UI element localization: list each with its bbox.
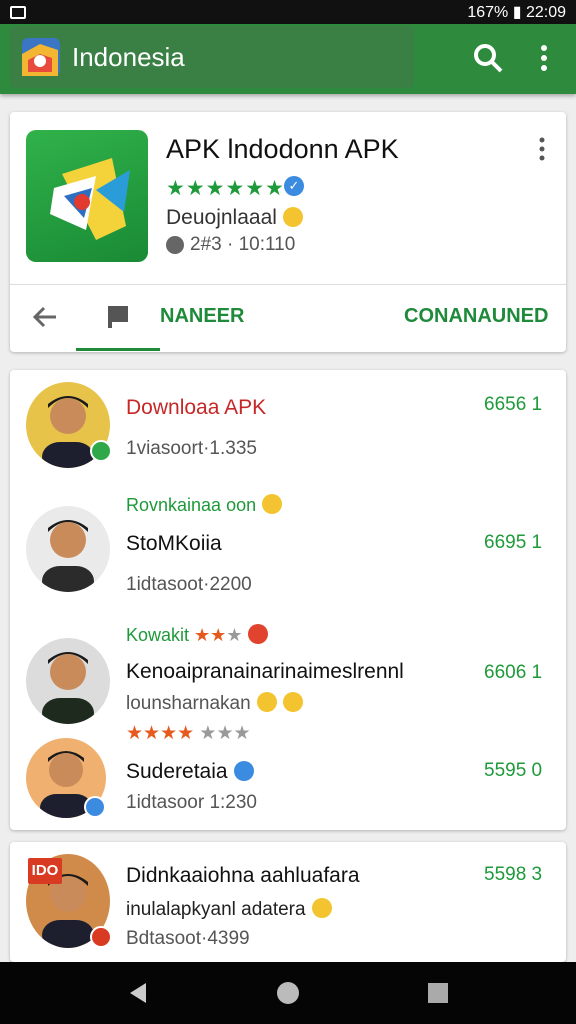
list-item-sub: inulalapkyanl adatera [126, 898, 332, 921]
badge-icon [90, 440, 112, 462]
nav-home-icon[interactable] [277, 982, 299, 1004]
search-icon[interactable] [472, 42, 504, 74]
app-icon[interactable] [26, 130, 148, 262]
rating-stars: ★★ [194, 625, 227, 645]
info-icon [166, 236, 184, 254]
app-card: APK lndodonn APK ★★★★★★ ✓ Deuojnlaaal 2#… [10, 112, 566, 352]
list-item-title[interactable]: Suderetaia [126, 760, 254, 784]
list-item-sub: 1viasoort·1.335 [126, 438, 257, 459]
list-item-sub: 1idtasoot·2200 [126, 574, 252, 595]
app-bar-title: Indonesia [72, 41, 185, 72]
emoji-icon [282, 207, 303, 227]
badge-icon [90, 926, 112, 948]
app-icon-graphic [50, 158, 130, 240]
list-item-label: Rovnkainaa oon [126, 494, 283, 516]
back-arrow-icon[interactable] [30, 302, 60, 332]
list-item-title[interactable]: Downloaa APK [126, 396, 266, 420]
list-item-label: Kowakit ★★★ [126, 624, 269, 646]
status-bar: 167% ▮ 22:09 [0, 0, 576, 24]
emoji-icon [256, 692, 277, 712]
app-logo-icon [22, 38, 60, 76]
app-bar: Indonesia [0, 24, 576, 94]
tab-right[interactable]: CONANAUNED [404, 305, 548, 328]
emoji-icon [282, 692, 303, 712]
list-item-sub: Bdtasoot·4399 [126, 928, 250, 949]
avatar-badge-label: IDO [28, 858, 62, 884]
download-label[interactable]: Deuojnlaaal [166, 206, 303, 230]
divider [10, 284, 566, 285]
list-item-sub: lounsharnakan [126, 692, 303, 715]
list-item-count: 5598 3 [484, 864, 543, 885]
list-item-count: 6606 1 [484, 662, 543, 683]
navigation-bar [0, 962, 576, 1024]
list-item-title[interactable]: StoMKoiia [126, 532, 222, 556]
tab-indicator [76, 348, 160, 351]
rating-stars: ★★★★★★ [166, 177, 285, 200]
list-item-count: 6656 1 [484, 394, 543, 415]
flag-icon[interactable] [106, 304, 130, 328]
app-meta: 2#3 · 10:110 [190, 234, 296, 255]
list-item-count: 5595 0 [484, 760, 543, 781]
nav-recent-icon[interactable] [428, 983, 448, 1003]
status-text: 167% ▮ 22:09 [467, 4, 566, 21]
review-list: Downloaa APK 6656 1 1viasoort·1.335 Rovn… [10, 370, 566, 830]
more-vert-icon[interactable] [534, 42, 554, 74]
list-item-title[interactable]: Didnkaaiohna aahluafara [126, 864, 360, 888]
emoji-icon [248, 624, 269, 644]
nav-back-icon[interactable] [128, 981, 148, 1005]
app-bar-brand[interactable]: Indonesia [10, 26, 414, 88]
badge-icon [84, 796, 106, 818]
tab-active[interactable]: NANEER [160, 305, 244, 328]
avatar[interactable] [26, 638, 110, 724]
emoji-icon [311, 898, 332, 918]
app-more-icon[interactable] [536, 136, 548, 162]
rating-stars: ★★★★ ★★★ [126, 723, 251, 744]
avatar[interactable] [26, 506, 110, 592]
app-title: APK lndodonn APK [166, 134, 399, 164]
list-item-title[interactable]: Kenoaipranainarinaimeslrennl [126, 660, 404, 684]
list-item-sub: 1idtasoor 1:230 [126, 792, 257, 813]
verified-icon [233, 761, 254, 781]
image-notification-icon [10, 5, 26, 19]
emoji-icon [262, 494, 283, 514]
avatar-graphic [42, 652, 94, 724]
review-item-card: IDO Didnkaaiohna aahluafara 5598 3 inula… [10, 842, 566, 962]
avatar-graphic [42, 520, 94, 592]
verified-icon: ✓ [284, 176, 304, 196]
rating-stars-empty: ★ [226, 625, 243, 645]
list-item-count: 6695 1 [484, 532, 543, 553]
